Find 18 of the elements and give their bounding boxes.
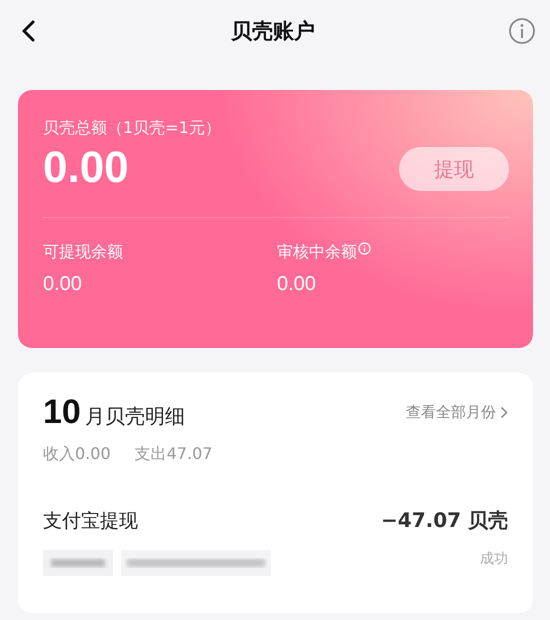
balance-value: 0.00 <box>277 273 317 296</box>
all-months-link[interactable]: 查看全部月份 <box>406 403 508 422</box>
blurred-text <box>43 550 113 576</box>
info-icon[interactable] <box>508 17 536 45</box>
month-number: 10 <box>43 393 81 432</box>
record-amount: −47.07 贝壳 <box>381 507 508 534</box>
section-title: 月贝壳明细 <box>84 403 185 430</box>
total-label: 贝壳总额（1贝壳=1元） <box>43 118 222 139</box>
page-title: 贝壳账户 <box>231 18 315 45</box>
expense-total: 支出47.07 <box>134 444 212 465</box>
record-title: 支付宝提现 <box>43 508 138 534</box>
balance-label: 审核中余额 <box>277 242 357 263</box>
chevron-right-icon <box>500 406 508 419</box>
balance-label: 可提现余额 <box>43 242 123 263</box>
income-total: 收入0.00 <box>43 444 111 465</box>
record-status: 成功 <box>480 550 508 568</box>
balance-value: 0.00 <box>43 273 83 296</box>
total-amount: 0.00 <box>43 143 129 193</box>
